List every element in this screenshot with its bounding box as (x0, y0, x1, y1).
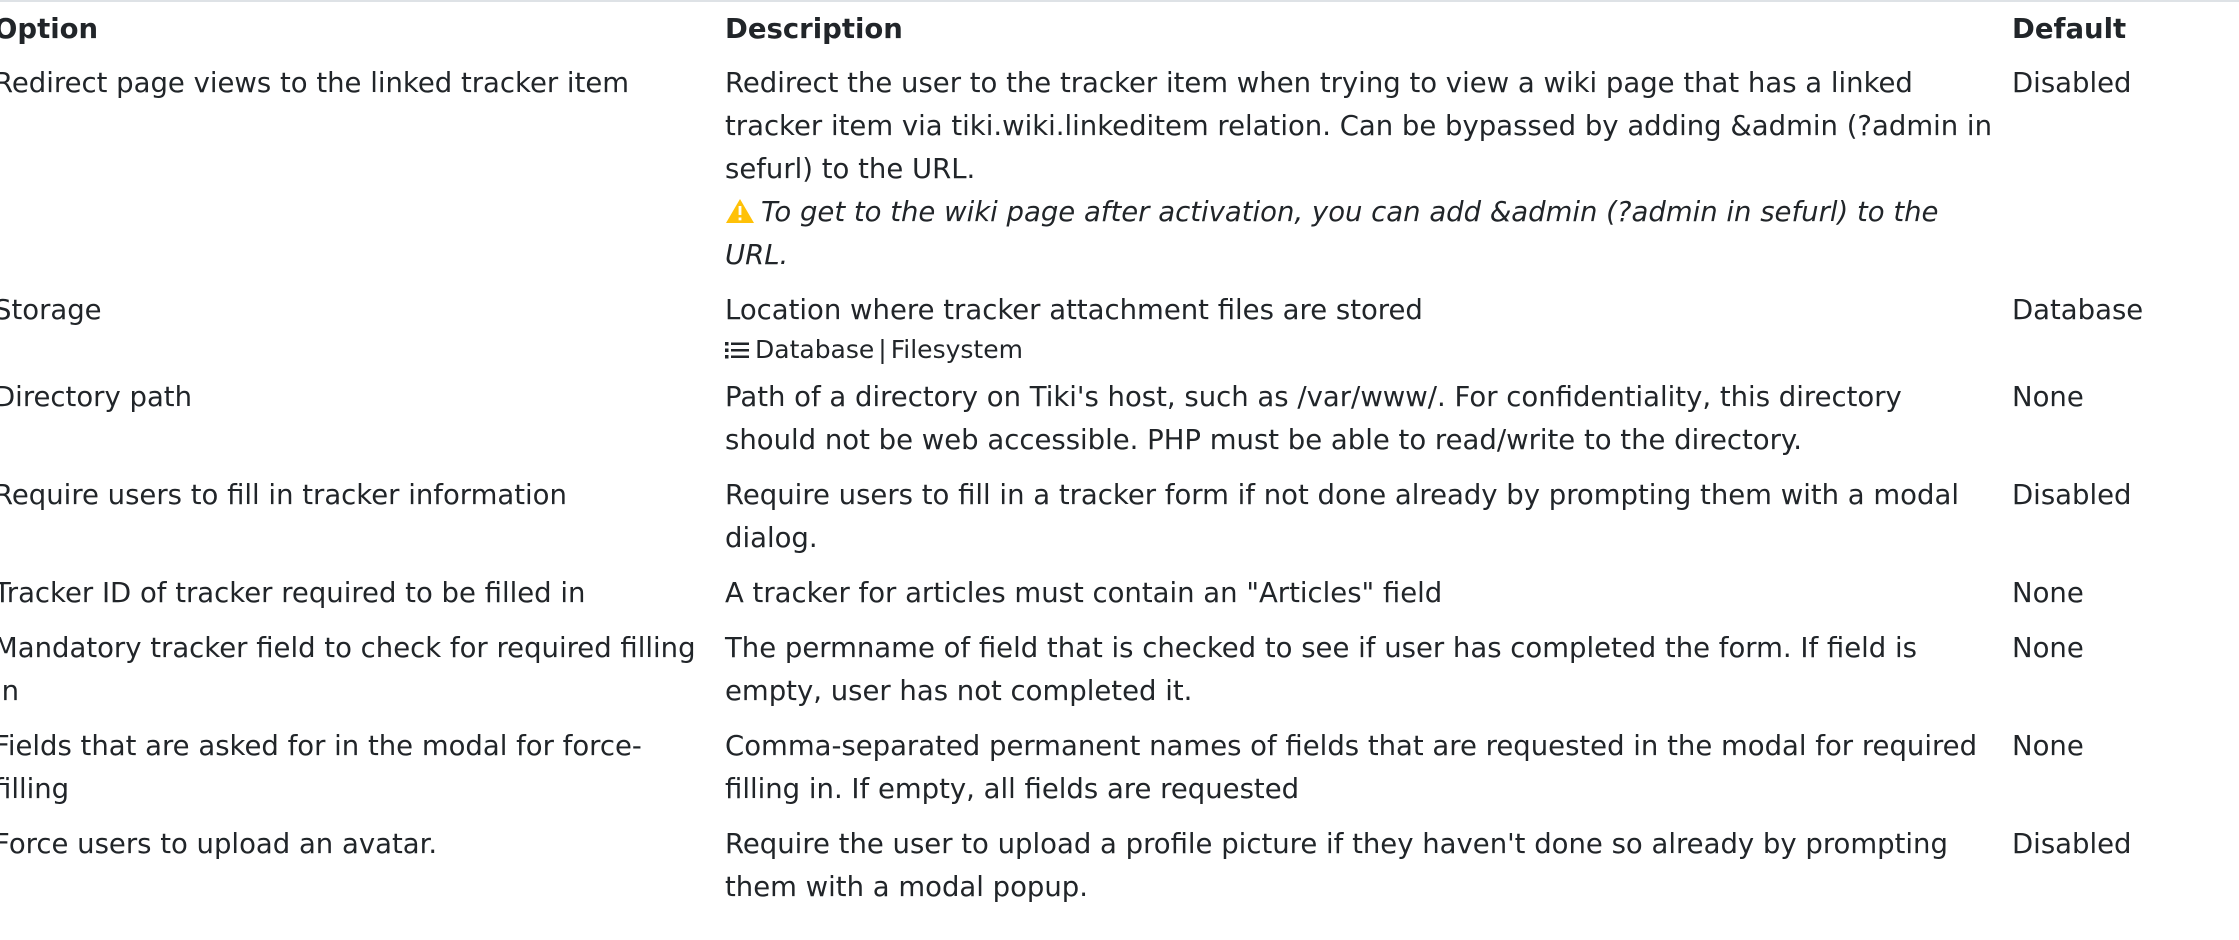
description-text: Location where tracker attachment files … (725, 294, 1423, 326)
option-column-header: Option (0, 13, 99, 45)
option-description: Require users to fill in a tracker form … (725, 479, 1959, 554)
default-value: None (2012, 632, 2084, 664)
table-row: Storage Location where tracker attachmen… (0, 283, 2239, 370)
table-row: Force users to upload an avatar. Require… (0, 817, 2239, 915)
table-row: Require users to fill in tracker informa… (0, 468, 2239, 566)
option-description: Location where tracker attachment files … (725, 283, 2012, 370)
option-name: Directory path (0, 381, 193, 413)
option-description: A tracker for articles must contain an "… (725, 577, 1443, 609)
option-description: Require the user to upload a profile pic… (725, 828, 1948, 903)
option-name: Mandatory tracker field to check for req… (0, 632, 696, 707)
option-name: Fields that are asked for in the modal f… (0, 730, 642, 805)
table-top-border (0, 0, 2239, 2)
default-column-header: Default (2012, 13, 2127, 45)
option-name: Redirect page views to the linked tracke… (0, 67, 630, 99)
description-text: Redirect the user to the tracker item wh… (725, 67, 1993, 185)
table-row: Redirect page views to the linked tracke… (0, 56, 2239, 283)
option-description: Redirect the user to the tracker item wh… (725, 56, 2012, 283)
default-value: Disabled (2012, 828, 2132, 860)
option-name: Tracker ID of tracker required to be fil… (0, 577, 586, 609)
choices-list: Database | Filesystem (725, 332, 1998, 368)
warning-triangle-icon (725, 194, 755, 223)
default-value: Disabled (2012, 479, 2132, 511)
option-description: Comma-separated permanent names of field… (725, 730, 1978, 805)
default-value: None (2012, 577, 2084, 609)
choice-separator: | (878, 335, 887, 364)
choice-database: Database (755, 335, 875, 364)
option-description: Path of a directory on Tiki's host, such… (725, 381, 1902, 456)
table-body: Redirect page views to the linked tracke… (0, 56, 2239, 915)
option-description: The permname of field that is checked to… (725, 632, 1917, 707)
option-name: Force users to upload an avatar. (0, 828, 438, 860)
table-row: Mandatory tracker field to check for req… (0, 621, 2239, 719)
table-row: Fields that are asked for in the modal f… (0, 719, 2239, 817)
option-name: Require users to fill in tracker informa… (0, 479, 567, 511)
description-column-header: Description (725, 13, 903, 45)
default-value: Disabled (2012, 67, 2132, 99)
option-name: Storage (0, 294, 102, 326)
table-row: Directory path Path of a directory on Ti… (0, 370, 2239, 468)
default-value: None (2012, 381, 2084, 413)
header-row: Option Description Default (0, 10, 2239, 56)
table-row: Tracker ID of tracker required to be fil… (0, 566, 2239, 621)
preferences-table: Option Description Default Redirect page… (0, 10, 2239, 915)
default-value: None (2012, 730, 2084, 762)
default-value: Database (2012, 294, 2144, 326)
choice-filesystem: Filesystem (890, 335, 1023, 364)
table-header: Option Description Default (0, 10, 2239, 56)
list-icon (725, 334, 749, 359)
warning-note: To get to the wiki page after activation… (725, 196, 1938, 271)
warning-text: To get to the wiki page after activation… (725, 196, 1939, 271)
